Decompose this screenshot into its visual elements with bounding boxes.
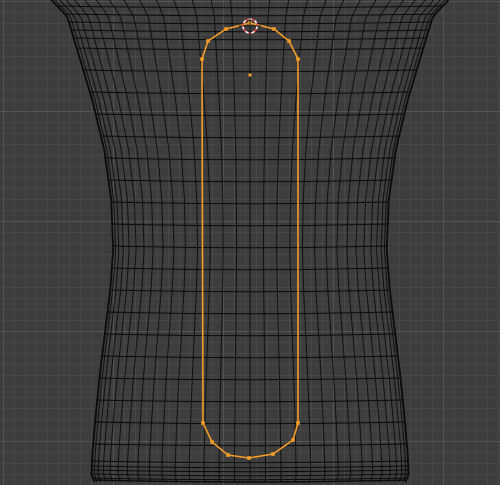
mesh-silhouette [50,0,114,477]
curve-vertex[interactable] [296,57,300,61]
mesh-meridian [210,0,224,483]
mesh-meridian [155,0,186,483]
curve-vertex[interactable] [206,39,210,43]
curve-vertex[interactable] [271,452,275,456]
mesh-meridian [84,0,137,483]
curve-vertex[interactable] [287,39,291,43]
mesh-meridian [59,0,120,483]
curve-vertex[interactable] [200,57,204,61]
object-origin-icon[interactable] [248,73,252,77]
curve-vertex[interactable] [226,453,230,457]
mesh-meridian [74,0,130,483]
curve-vertex[interactable] [224,27,228,31]
mesh-meridian [65,0,124,483]
mesh-meridian [385,0,449,483]
3d-cursor-icon[interactable] [239,15,261,37]
curve-vertex[interactable] [291,438,295,442]
mesh-meridian [230,0,238,483]
mesh-meridian [314,0,345,483]
curve-vertex[interactable] [247,456,251,460]
mesh-silhouette [386,0,450,477]
mesh-meridian [384,0,446,483]
mesh-meridian [262,0,270,483]
vase-wireframe-mesh[interactable] [50,0,450,483]
curve-vertex[interactable] [210,440,214,444]
viewport-canvas[interactable] [0,0,500,485]
mesh-meridian [363,0,416,483]
curve-vertex[interactable] [272,27,276,31]
mesh-meridian [376,0,435,483]
mesh-meridian [54,0,116,483]
mesh-meridian [51,0,115,483]
curve-vertex[interactable] [296,421,300,425]
mesh-meridian [370,0,426,483]
3d-viewport[interactable] [0,0,500,485]
curve-vertex[interactable] [201,421,205,425]
